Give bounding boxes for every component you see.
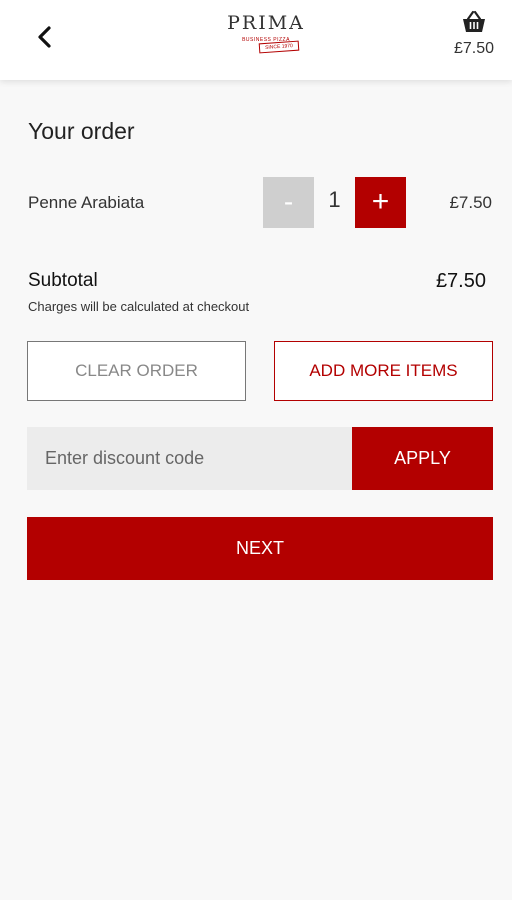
basket-icon: [463, 10, 485, 32]
decrease-quantity-button[interactable]: -: [263, 177, 314, 228]
add-more-items-button[interactable]: ADD MORE ITEMS: [274, 341, 493, 401]
increase-quantity-button[interactable]: +: [355, 177, 406, 228]
apply-discount-button[interactable]: APPLY: [352, 427, 493, 490]
item-price: £7.50: [449, 193, 492, 212]
brand-logo: PRIMA BUSINESS PIZZA SINCE 1970: [226, 12, 306, 56]
charges-note: Charges will be calculated at checkout: [28, 299, 250, 314]
item-name: Penne Arabiata: [28, 193, 145, 212]
cart-total: £7.50: [453, 40, 494, 57]
chevron-left-icon: [38, 26, 51, 48]
discount-code-input[interactable]: [27, 427, 352, 490]
cart-button[interactable]: £7.50: [444, 10, 494, 60]
logo-wordmark: PRIMA: [227, 12, 305, 34]
subtotal-value: £7.50: [435, 270, 486, 292]
app-header: PRIMA BUSINESS PIZZA SINCE 1970 £7.50: [0, 0, 512, 80]
back-button[interactable]: [28, 20, 62, 54]
page-title: Your order: [28, 118, 135, 144]
subtotal-label: Subtotal: [28, 270, 98, 291]
quantity-value: 1: [328, 187, 341, 212]
clear-order-button[interactable]: CLEAR ORDER: [27, 341, 246, 401]
next-button[interactable]: NEXT: [27, 517, 493, 580]
logo-stamp: SINCE 1970: [258, 40, 300, 54]
